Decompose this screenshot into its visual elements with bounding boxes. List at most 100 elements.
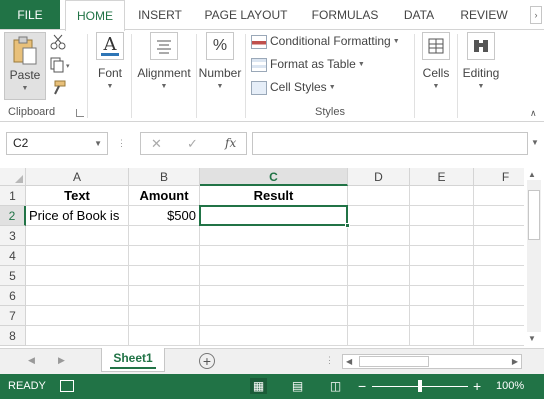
cell-c4[interactable]	[200, 246, 348, 266]
paste-dropdown-icon[interactable]: ▼	[5, 85, 45, 92]
sheet-tab-sheet1[interactable]: Sheet1	[101, 348, 165, 372]
tab-data[interactable]: DATA	[392, 0, 446, 30]
macro-recording-icon[interactable]	[60, 380, 74, 392]
cell-b4[interactable]	[129, 246, 200, 266]
cell-f2[interactable]	[474, 206, 524, 226]
tab-split-handle-icon[interactable]: ⋮	[325, 355, 334, 366]
zoom-slider-thumb[interactable]	[418, 380, 422, 392]
tab-home[interactable]: HOME	[65, 0, 125, 31]
format-as-table-button[interactable]: Format as Table ▼	[251, 57, 365, 77]
resize-handle-icon[interactable]: ⋮	[117, 138, 126, 149]
row-header-1[interactable]: 1	[0, 186, 26, 206]
cell-c7[interactable]	[200, 306, 348, 326]
select-all-corner[interactable]	[0, 168, 26, 186]
cell-b3[interactable]	[129, 226, 200, 246]
cell-a2[interactable]: Price of Book is	[26, 206, 129, 226]
cut-icon[interactable]	[50, 34, 66, 50]
cell-f8[interactable]	[474, 326, 524, 346]
cell-c3[interactable]	[200, 226, 348, 246]
cell-f3[interactable]	[474, 226, 524, 246]
format-painter-icon[interactable]	[50, 80, 66, 96]
cell-a5[interactable]	[26, 266, 129, 286]
name-box[interactable]: C2 ▼	[6, 132, 108, 155]
cell-c5[interactable]	[200, 266, 348, 286]
cell-e1[interactable]	[410, 186, 474, 206]
cell-c8[interactable]	[200, 326, 348, 346]
cell-f6[interactable]	[474, 286, 524, 306]
copy-icon[interactable]: ▾	[50, 57, 74, 73]
sheet-next-icon[interactable]: ▶	[58, 355, 65, 366]
alignment-button[interactable]: Alignment ▼	[134, 32, 194, 90]
vertical-scroll-thumb[interactable]	[528, 190, 540, 240]
cell-e2[interactable]	[410, 206, 474, 226]
font-button[interactable]: A Font ▼	[93, 32, 127, 90]
cell-styles-button[interactable]: Cell Styles ▼	[251, 80, 336, 100]
fill-handle[interactable]	[345, 223, 350, 228]
cell-f5[interactable]	[474, 266, 524, 286]
cell-e3[interactable]	[410, 226, 474, 246]
row-header-7[interactable]: 7	[0, 306, 26, 326]
column-header-f[interactable]: F	[474, 168, 524, 186]
column-header-b[interactable]: B	[129, 168, 200, 186]
cell-b5[interactable]	[129, 266, 200, 286]
cells-button[interactable]: Cells ▼	[418, 32, 454, 90]
expand-formula-bar-icon[interactable]: ▼	[531, 138, 539, 147]
row-header-2[interactable]: 2	[0, 206, 26, 226]
row-header-4[interactable]: 4	[0, 246, 26, 266]
vertical-scrollbar[interactable]: ▲ ▼	[524, 168, 544, 348]
scroll-down-icon[interactable]: ▼	[528, 334, 536, 343]
cell-b1[interactable]: Amount	[129, 186, 200, 206]
cell-e8[interactable]	[410, 326, 474, 346]
scroll-left-icon[interactable]: ◀	[346, 355, 352, 368]
cell-c6[interactable]	[200, 286, 348, 306]
number-button[interactable]: % Number ▼	[198, 32, 242, 90]
cell-d1[interactable]	[348, 186, 410, 206]
cell-e4[interactable]	[410, 246, 474, 266]
column-header-e[interactable]: E	[410, 168, 474, 186]
cell-c1[interactable]: Result	[200, 186, 348, 206]
cell-a6[interactable]	[26, 286, 129, 306]
column-header-a[interactable]: A	[26, 168, 129, 186]
cell-d7[interactable]	[348, 306, 410, 326]
insert-function-icon[interactable]: fx	[225, 136, 236, 150]
row-header-3[interactable]: 3	[0, 226, 26, 246]
cell-a1[interactable]: Text	[26, 186, 129, 206]
row-header-5[interactable]: 5	[0, 266, 26, 286]
name-box-dropdown-icon[interactable]: ▼	[94, 133, 102, 154]
cell-b6[interactable]	[129, 286, 200, 306]
cell-d8[interactable]	[348, 326, 410, 346]
horizontal-scroll-thumb[interactable]	[359, 356, 429, 367]
zoom-out-button[interactable]: −	[358, 374, 366, 399]
worksheet-grid[interactable]: A B C D E F 1 2 3 4 5 6 7 8 Text Amount Re…	[0, 168, 524, 348]
paste-button[interactable]: Paste ▼	[4, 32, 46, 100]
cell-d4[interactable]	[348, 246, 410, 266]
conditional-formatting-button[interactable]: Conditional Formatting ▼	[251, 34, 400, 54]
cell-a7[interactable]	[26, 306, 129, 326]
clipboard-launcher-icon[interactable]	[76, 109, 84, 117]
cell-e7[interactable]	[410, 306, 474, 326]
scroll-right-icon[interactable]: ▶	[512, 355, 518, 368]
cell-b2[interactable]: $500	[129, 206, 200, 226]
scroll-up-icon[interactable]: ▲	[528, 170, 536, 179]
enter-icon[interactable]: ✓	[187, 136, 198, 152]
cell-f7[interactable]	[474, 306, 524, 326]
tab-file[interactable]: FILE	[0, 0, 60, 30]
cell-d6[interactable]	[348, 286, 410, 306]
cell-f4[interactable]	[474, 246, 524, 266]
cell-e5[interactable]	[410, 266, 474, 286]
sheet-prev-icon[interactable]: ◀	[28, 355, 35, 366]
cell-f1[interactable]	[474, 186, 524, 206]
tab-formulas[interactable]: FORMULAS	[305, 0, 385, 30]
zoom-in-button[interactable]: +	[473, 374, 481, 399]
cell-d3[interactable]	[348, 226, 410, 246]
formula-input[interactable]	[252, 132, 528, 155]
ribbon-scroll-right-icon[interactable]: ›	[530, 6, 542, 24]
cell-a4[interactable]	[26, 246, 129, 266]
tab-page-layout[interactable]: PAGE LAYOUT	[196, 0, 296, 30]
tab-review[interactable]: REVIEW	[454, 0, 514, 30]
tab-insert[interactable]: INSERT	[130, 0, 190, 30]
cell-d2[interactable]	[348, 206, 410, 226]
row-header-8[interactable]: 8	[0, 326, 26, 346]
cell-b8[interactable]	[129, 326, 200, 346]
cell-e6[interactable]	[410, 286, 474, 306]
